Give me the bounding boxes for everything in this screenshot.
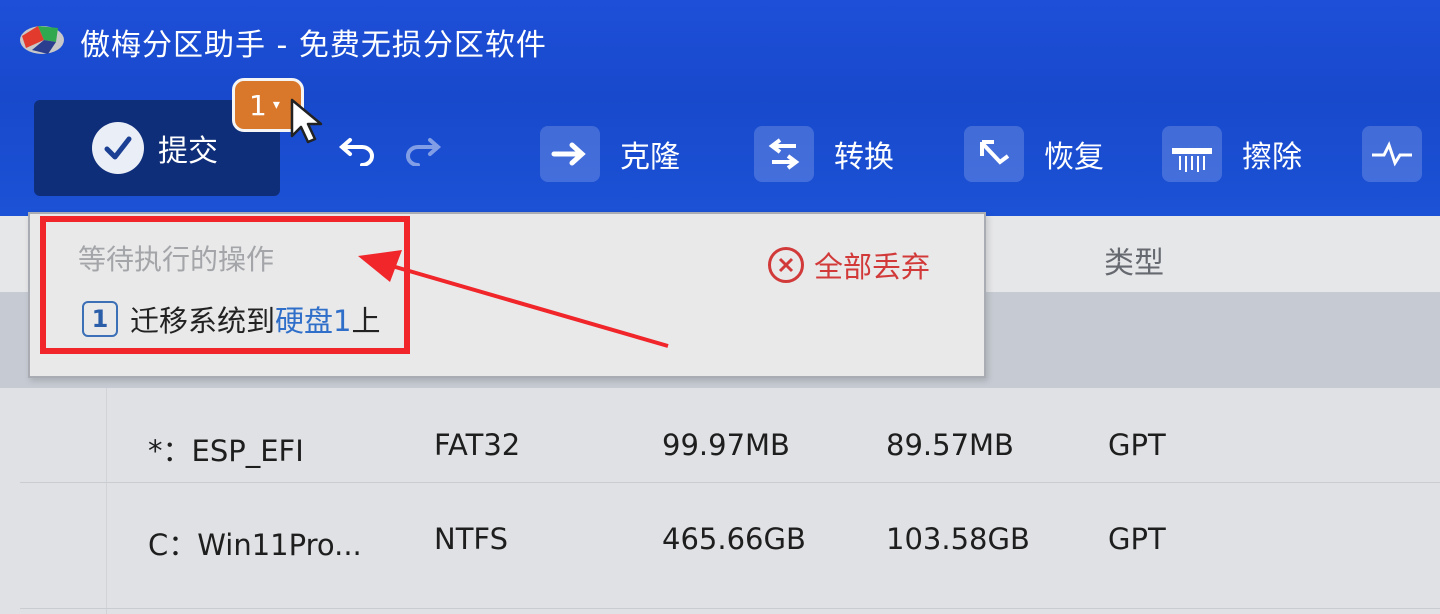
table-row[interactable]: *：ESP_EFI FAT32 99.97MB 89.57MB GPT	[0, 416, 1440, 476]
discard-all-label: 全部丢弃	[814, 250, 931, 284]
convert-button[interactable]: 转换	[754, 124, 894, 184]
wipe-label: 擦除	[1242, 140, 1302, 175]
commit-label: 提交	[158, 134, 218, 169]
app-logo-icon	[20, 26, 64, 54]
annotation-highlight-box	[40, 216, 410, 354]
wipe-button[interactable]: 擦除	[1162, 124, 1302, 184]
filesystem: FAT32	[434, 428, 521, 462]
pulse-icon	[1362, 126, 1422, 182]
row-divider	[20, 482, 1440, 483]
discard-all-button[interactable]: 全部丢弃	[768, 244, 930, 286]
redo-icon[interactable]	[402, 132, 442, 166]
chevron-down-icon: ▾	[272, 97, 280, 113]
column-header-type[interactable]: 类型	[1104, 238, 1164, 282]
more-tool-button[interactable]	[1362, 124, 1440, 184]
checkmark-icon	[92, 122, 144, 174]
capacity: 99.97MB	[662, 428, 790, 462]
capacity: 465.66GB	[662, 522, 806, 556]
table-row[interactable]: C：Win11Pro... NTFS 465.66GB 103.58GB GPT	[0, 510, 1440, 570]
title-bar: 傲梅分区助手 - 免费无损分区软件 提交 1 ▾ 克隆 转换 恢复 擦除	[0, 0, 1440, 216]
convert-label: 转换	[834, 140, 894, 175]
window-title: 傲梅分区助手 - 免费无损分区软件	[80, 28, 547, 63]
pending-count: 1	[249, 88, 267, 122]
clone-button[interactable]: 克隆	[540, 124, 680, 184]
clone-label: 克隆	[620, 140, 680, 175]
row-divider	[20, 608, 1440, 609]
filesystem: NTFS	[434, 522, 508, 556]
arrow-right-icon	[540, 126, 600, 182]
partition-name: *：ESP_EFI	[148, 434, 304, 468]
partition-type: GPT	[1108, 522, 1166, 556]
recover-label: 恢复	[1044, 140, 1104, 175]
swap-arrows-icon	[754, 126, 814, 182]
partition-name: C：Win11Pro...	[148, 528, 362, 562]
free-space: 103.58GB	[886, 522, 1030, 556]
undo-icon[interactable]	[338, 132, 378, 166]
recover-button[interactable]: 恢复	[964, 124, 1104, 184]
partition-type: GPT	[1108, 428, 1166, 462]
mouse-cursor-icon	[290, 98, 323, 144]
close-circle-icon	[768, 247, 804, 283]
shredder-icon	[1162, 126, 1222, 182]
recover-arrow-icon	[964, 126, 1024, 182]
free-space: 89.57MB	[886, 428, 1014, 462]
